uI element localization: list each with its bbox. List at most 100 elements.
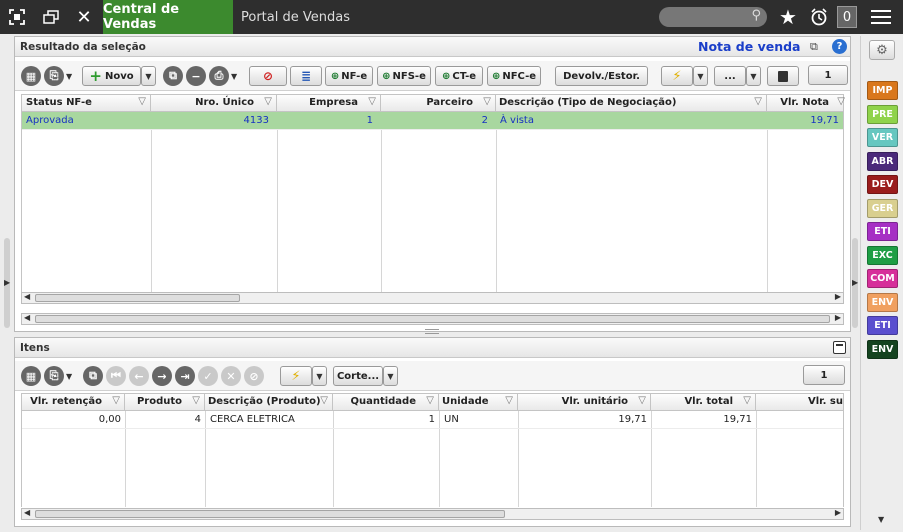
hamburger-menu-icon[interactable] (866, 0, 896, 34)
print-dropdown-icon[interactable]: ▼ (231, 72, 237, 81)
sidebar-tag-ger[interactable]: GER (867, 198, 898, 218)
gear-icon[interactable]: ⚙ (869, 40, 895, 60)
filter-icon[interactable]: ▽ (505, 395, 513, 406)
filter-icon[interactable]: ▽ (638, 395, 646, 406)
tab-central-de-vendas[interactable]: Central de Vendas (103, 0, 233, 34)
print-icon[interactable]: ⎙ (209, 66, 229, 86)
previous-record-icon[interactable]: ← (129, 366, 149, 386)
copy-records-icon[interactable]: ⎘ (44, 66, 64, 86)
more-button[interactable]: ... (714, 66, 746, 86)
filter-icon[interactable]: ▽ (320, 395, 328, 406)
corte-dropdown-button[interactable]: ▼ (383, 366, 398, 386)
resultado-outer-hscroll[interactable]: ◀ ▶ (21, 313, 844, 325)
sidebar-tag-pre[interactable]: PRE (867, 104, 898, 124)
attachment-icon[interactable]: ⊘ (244, 366, 264, 386)
col-vlr-su[interactable]: Vlr. su (756, 394, 845, 410)
filter-icon[interactable]: ▽ (743, 395, 751, 406)
sidebar-tag-com[interactable]: COM (867, 269, 898, 288)
expand-right-icon[interactable]: ▶ (852, 278, 858, 287)
cte-button[interactable]: ⊕ CT-e (435, 66, 483, 86)
close-icon[interactable]: ✕ (72, 0, 96, 34)
col-vlr-nota[interactable]: Vlr. Nota ▽ (767, 95, 845, 111)
save-layout-button[interactable] (767, 66, 799, 86)
chevron-down-icon[interactable]: ▼ (66, 72, 72, 81)
col-quantidade[interactable]: Quantidade ▽ (333, 394, 439, 410)
filter-icon[interactable]: ▽ (368, 96, 376, 107)
sidebar-tag-dev[interactable]: DEV (867, 175, 898, 194)
resultado-inner-hscroll[interactable]: ◀ ▶ (21, 292, 844, 304)
last-record-icon[interactable]: ⇥ (175, 366, 195, 386)
devolv-estor-button[interactable]: Devolv./Estor. (555, 66, 648, 86)
novo-dropdown-button[interactable]: ▼ (141, 66, 156, 86)
copy-records-icon[interactable]: ⎘ (44, 366, 64, 386)
duplicate-icon[interactable]: ⧉ (83, 366, 103, 386)
col-produto[interactable]: Produto ▽ (125, 394, 205, 410)
scroll-left-icon[interactable]: ◀ (24, 292, 30, 301)
page-indicator[interactable]: 1 (808, 65, 848, 85)
help-icon[interactable]: ? (832, 39, 847, 54)
actions-button[interactable]: ⚡ (661, 66, 693, 86)
filter-icon[interactable]: ▽ (483, 96, 491, 107)
cancel-document-button[interactable]: ⊘ (249, 66, 287, 86)
windows-icon[interactable] (38, 0, 64, 34)
grid-view-icon[interactable]: ▦ (21, 66, 41, 86)
filter-icon[interactable]: ▽ (754, 96, 762, 107)
maximize-icon[interactable] (833, 341, 846, 354)
search-input[interactable]: ⚲ (659, 7, 767, 27)
chevron-down-icon[interactable]: ▼ (66, 372, 72, 381)
scroll-right-icon[interactable]: ▶ (835, 292, 841, 301)
stacked-docs-button[interactable]: ≣ (290, 66, 322, 86)
copy-icon[interactable]: ⧉ (810, 40, 818, 54)
itens-page-indicator[interactable]: 1 (803, 365, 845, 385)
cancel-icon[interactable]: ✕ (221, 366, 241, 386)
more-dropdown-button[interactable]: ▼ (746, 66, 761, 86)
sidebar-tag-abr[interactable]: ABR (867, 151, 898, 171)
expand-left-icon[interactable]: ▶ (4, 278, 10, 287)
col-descricao[interactable]: Descrição (Tipo de Negociação) ▽ (496, 95, 767, 111)
expand-icon[interactable] (4, 0, 30, 34)
col-nro-unico[interactable]: Nro. Único ▽ (151, 95, 277, 111)
alarm-clock-icon[interactable] (806, 0, 832, 34)
col-vlr-unitario[interactable]: Vlr. unitário ▽ (518, 394, 651, 410)
scroll-left-icon[interactable]: ◀ (24, 508, 30, 517)
sidebar-tag-eti[interactable]: ETI (867, 222, 898, 241)
nfce-button[interactable]: ⊕ NFC-e (487, 66, 541, 86)
sidebar-tag-exc[interactable]: EXC (867, 245, 898, 265)
duplicate-icon[interactable]: ⧉ (163, 66, 183, 86)
filter-icon[interactable]: ▽ (264, 96, 272, 107)
scroll-down-icon[interactable]: ▼ (878, 515, 884, 524)
filter-icon[interactable]: ▽ (138, 96, 146, 107)
corte-button[interactable]: Corte... (333, 366, 383, 386)
scroll-right-icon[interactable]: ▶ (835, 313, 841, 322)
itens-actions-button[interactable]: ⚡ (280, 366, 312, 386)
notification-counter[interactable]: 0 (837, 6, 857, 28)
confirm-icon[interactable]: ✓ (198, 366, 218, 386)
scroll-left-icon[interactable]: ◀ (24, 313, 30, 322)
col-status-nfe[interactable]: Status NF-e ▽ (22, 95, 151, 111)
col-vlr-retencao[interactable]: Vlr. retenção ▽ (22, 394, 125, 410)
sidebar-tag-env[interactable]: ENV (867, 292, 898, 312)
table-row[interactable]: Aprovada 4133 1 2 À vista 19,71 (22, 112, 843, 130)
sidebar-tag-imp[interactable]: IMP (867, 81, 898, 100)
itens-actions-dropdown-button[interactable]: ▼ (312, 366, 327, 386)
scroll-right-icon[interactable]: ▶ (835, 508, 841, 517)
actions-dropdown-button[interactable]: ▼ (693, 66, 708, 86)
nfse-button[interactable]: ⊕ NFS-e (377, 66, 431, 86)
sidebar-tag-eti[interactable]: ETI (867, 316, 898, 335)
col-unidade[interactable]: Unidade ▽ (439, 394, 518, 410)
sidebar-tag-env[interactable]: ENV (867, 339, 898, 359)
next-record-icon[interactable]: → (152, 366, 172, 386)
novo-button[interactable]: + Novo (82, 66, 141, 86)
filter-icon[interactable]: ▽ (192, 395, 200, 406)
col-parceiro[interactable]: Parceiro ▽ (381, 95, 496, 111)
filter-icon[interactable]: ▽ (112, 395, 120, 406)
first-record-icon[interactable]: ⏮ (106, 366, 126, 386)
nfe-button[interactable]: ⊕ NF-e (325, 66, 373, 86)
scroll-thumb[interactable] (35, 294, 240, 302)
scroll-thumb[interactable] (35, 315, 830, 323)
sidebar-tag-ver[interactable]: VER (867, 128, 898, 147)
filter-icon[interactable]: ▽ (837, 96, 845, 107)
col-empresa[interactable]: Empresa ▽ (277, 95, 381, 111)
col-vlr-total[interactable]: Vlr. total ▽ (651, 394, 756, 410)
panel-splitter-handle[interactable] (425, 329, 439, 334)
